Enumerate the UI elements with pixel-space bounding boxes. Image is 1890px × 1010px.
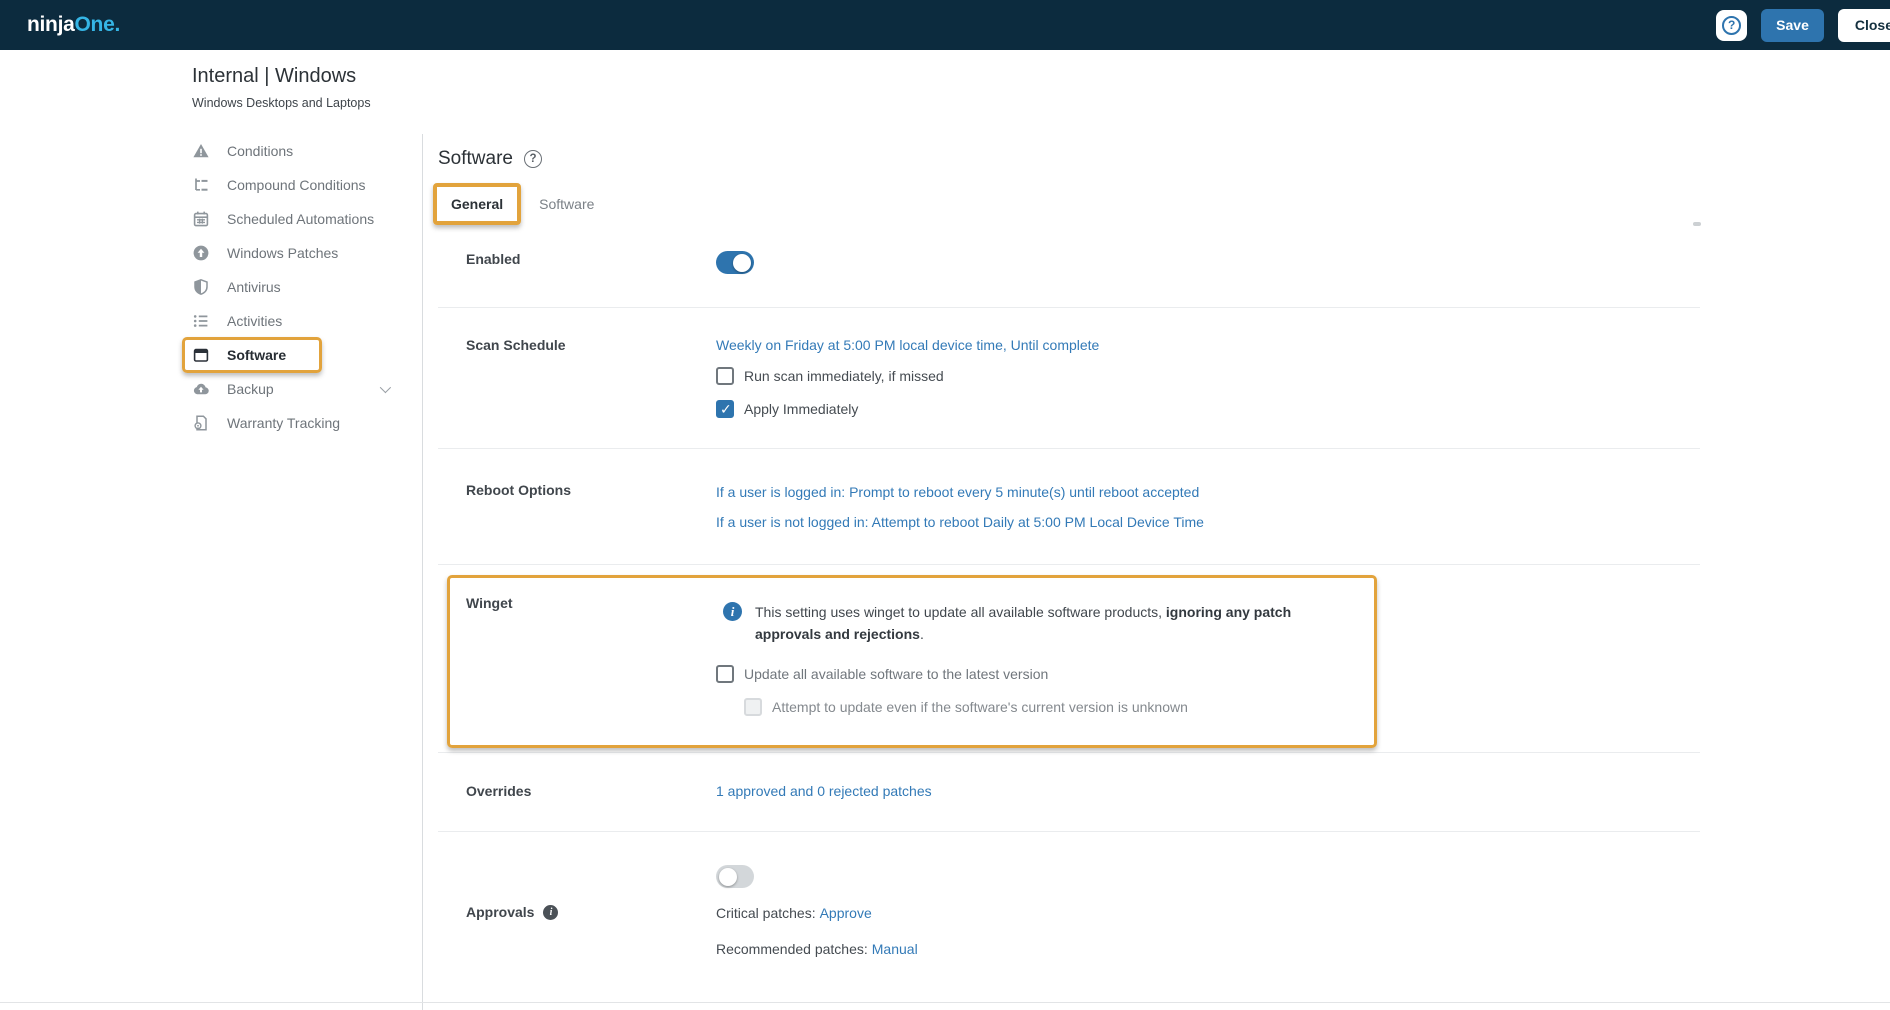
sidebar-item-scheduled-automations[interactable]: Scheduled Automations: [192, 202, 422, 236]
sidebar-item-activities[interactable]: Activities: [192, 304, 422, 338]
sidebar-item-label: Antivirus: [227, 279, 281, 295]
sidebar-item-windows-patches[interactable]: Windows Patches: [192, 236, 422, 270]
document-refresh-icon: [192, 414, 210, 432]
overrides-link[interactable]: 1 approved and 0 rejected patches: [716, 783, 932, 799]
sidebar-item-backup[interactable]: Backup: [192, 372, 422, 406]
calendar-icon: [192, 210, 210, 228]
sidebar-item-compound-conditions[interactable]: Compound Conditions: [192, 168, 422, 202]
reboot-logged-in-link[interactable]: If a user is logged in: Prompt to reboot…: [716, 482, 1700, 502]
recommended-patches-line: Recommended patches:Manual: [716, 939, 1700, 959]
critical-patches-label: Critical patches:: [716, 905, 816, 921]
run-if-missed-label[interactable]: Run scan immediately, if missed: [744, 368, 944, 384]
sidebar-item-label: Windows Patches: [227, 245, 338, 261]
help-button[interactable]: ?: [1716, 10, 1747, 41]
topbar-actions: ? Save Close: [1716, 0, 1890, 50]
sidebar-item-antivirus[interactable]: Antivirus: [192, 270, 422, 304]
question-mark-icon: ?: [1722, 16, 1741, 35]
approvals-row: Approvals i Critical patches:Approve Rec…: [438, 832, 1700, 959]
scan-schedule-link[interactable]: Weekly on Friday at 5:00 PM local device…: [716, 337, 1099, 353]
tab-bar: General Software: [438, 188, 1700, 220]
overrides-label: Overrides: [466, 783, 716, 799]
logo-text-ninja: ninja: [27, 13, 75, 36]
apply-immediately-label[interactable]: Apply Immediately: [744, 401, 858, 417]
info-icon: i: [723, 602, 742, 621]
sidebar-item-label: Software: [227, 347, 286, 363]
info-icon: i: [543, 905, 558, 920]
scrollbar-thumb[interactable]: [1693, 222, 1701, 226]
ninjaone-logo[interactable]: ninjaOne.: [27, 13, 120, 37]
hierarchy-icon: [192, 176, 210, 194]
policy-editor-page: ninjaOne. ? Save Close Internal | Window…: [0, 0, 1890, 1010]
tab-general[interactable]: General: [438, 188, 516, 220]
update-all-software-label[interactable]: Update all available software to the lat…: [744, 666, 1048, 682]
tab-software[interactable]: Software: [526, 188, 607, 220]
logo-dot: .: [114, 13, 120, 36]
policy-title: Internal | Windows: [192, 63, 1890, 89]
approvals-label-group: Approvals i: [466, 865, 716, 959]
critical-patches-line: Critical patches:Approve: [716, 903, 1700, 923]
top-navigation-bar: ninjaOne. ? Save Close: [0, 0, 1890, 50]
policy-sidebar: Conditions Compound Conditions: [0, 134, 422, 1010]
logo-text-one: One: [75, 13, 115, 36]
sidebar-item-software[interactable]: Software: [192, 338, 422, 372]
window-icon: [192, 346, 210, 364]
section-title: Software: [438, 148, 513, 170]
shield-icon: [192, 278, 210, 296]
horizontal-scrollbar-track: [0, 1002, 1890, 1003]
tab-label: Software: [539, 196, 594, 212]
circle-arrow-up-icon: [192, 244, 210, 262]
reboot-options-label: Reboot Options: [466, 482, 716, 532]
update-all-software-checkbox[interactable]: [716, 665, 734, 683]
recommended-patches-manual-link[interactable]: Manual: [872, 941, 918, 957]
chevron-down-icon: [380, 382, 391, 393]
winget-info-text: This setting uses winget to update all a…: [755, 601, 1336, 645]
scan-schedule-row: Scan Schedule Weekly on Friday at 5:00 P…: [438, 308, 1700, 449]
enabled-row: Enabled: [438, 224, 1700, 308]
apply-immediately-checkbox[interactable]: [716, 400, 734, 418]
winget-row: Winget i This setting uses winget to upd…: [438, 565, 1700, 753]
sidebar-item-label: Scheduled Automations: [227, 211, 374, 227]
sidebar-item-label: Backup: [227, 381, 274, 397]
toggle-knob: [733, 254, 751, 272]
sidebar-item-conditions[interactable]: Conditions: [192, 134, 422, 168]
recommended-patches-label: Recommended patches:: [716, 941, 868, 957]
section-help-icon[interactable]: ?: [524, 150, 542, 168]
sidebar-item-label: Activities: [227, 313, 282, 329]
sidebar-item-label: Compound Conditions: [227, 177, 366, 193]
attempt-unknown-version-checkbox[interactable]: [744, 698, 762, 716]
list-icon: [192, 312, 210, 330]
reboot-not-logged-in-link[interactable]: If a user is not logged in: Attempt to r…: [716, 512, 1700, 532]
reboot-options-row: Reboot Options If a user is logged in: P…: [438, 449, 1700, 565]
sidebar-item-label: Warranty Tracking: [227, 415, 340, 431]
approvals-toggle[interactable]: [716, 865, 754, 888]
warning-triangle-icon: [192, 142, 210, 160]
tab-label: General: [451, 196, 503, 212]
page-header: Internal | Windows Windows Desktops and …: [0, 50, 1890, 134]
winget-label: Winget: [466, 595, 716, 716]
overrides-row: Overrides 1 approved and 0 rejected patc…: [438, 753, 1700, 832]
close-button[interactable]: Close: [1838, 9, 1890, 42]
main-panel: Software ? General Software Enabled: [422, 134, 1890, 1010]
save-button[interactable]: Save: [1761, 9, 1824, 42]
approvals-label: Approvals: [466, 904, 534, 920]
sidebar-item-label: Conditions: [227, 143, 293, 159]
toggle-knob: [719, 868, 737, 886]
scan-schedule-label: Scan Schedule: [466, 337, 716, 418]
enabled-toggle[interactable]: [716, 251, 754, 274]
policy-subtitle: Windows Desktops and Laptops: [192, 96, 1890, 110]
sidebar-item-warranty-tracking[interactable]: Warranty Tracking: [192, 406, 422, 440]
attempt-unknown-version-label: Attempt to update even if the software's…: [772, 699, 1188, 715]
cloud-upload-icon: [192, 380, 210, 398]
critical-patches-approve-link[interactable]: Approve: [820, 905, 872, 921]
enabled-label: Enabled: [466, 251, 716, 274]
run-if-missed-checkbox[interactable]: [716, 367, 734, 385]
